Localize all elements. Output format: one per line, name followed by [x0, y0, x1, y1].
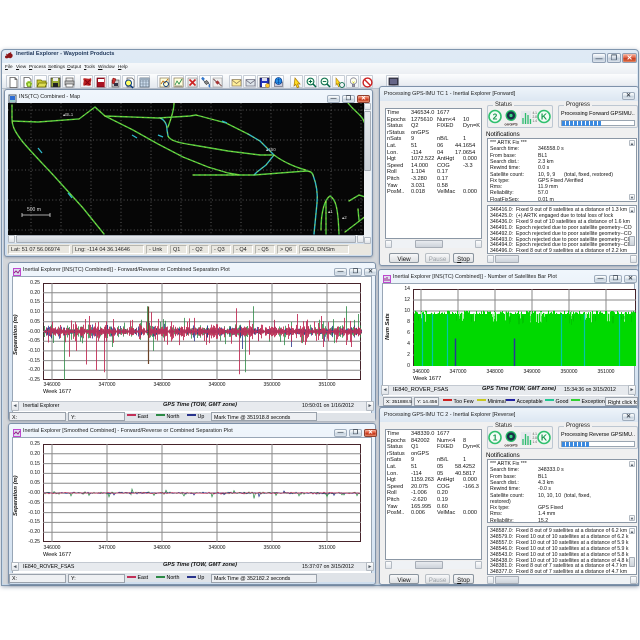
svg-text:K: K — [541, 433, 548, 443]
svg-text:1: 1 — [493, 433, 498, 443]
svg-text:1.4: 1.4 — [533, 119, 538, 123]
svg-text:onGPS: onGPS — [504, 122, 518, 127]
svg-text:▴2: ▴2 — [342, 215, 347, 220]
svg-text:onGPS: onGPS — [504, 443, 518, 448]
svg-text:1.4: 1.4 — [533, 440, 538, 444]
svg-text:2: 2 — [493, 112, 498, 122]
svg-text:500 m: 500 m — [27, 207, 41, 213]
svg-text:▴450: ▴450 — [266, 147, 276, 152]
svg-text:▴BL1: ▴BL1 — [63, 112, 74, 117]
svg-text:K: K — [541, 112, 548, 122]
svg-text:▴1: ▴1 — [328, 209, 333, 214]
